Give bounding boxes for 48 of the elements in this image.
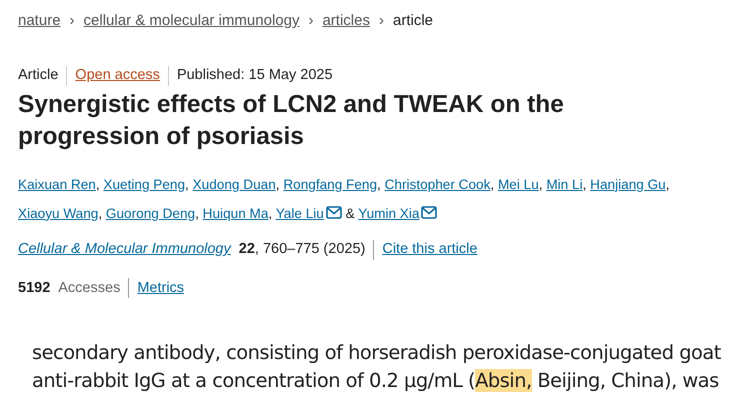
breadcrumb-link[interactable]: cellular & molecular immunology <box>84 10 300 32</box>
email-icon[interactable] <box>421 206 438 219</box>
chevron-icon: › <box>378 10 384 32</box>
author-link[interactable]: Xueting Peng <box>103 176 186 192</box>
access-count: 5192 <box>18 278 50 298</box>
author-link[interactable]: Yale Liu <box>276 206 324 221</box>
author-link[interactable]: Yumin Xia <box>358 206 420 221</box>
chevron-icon: › <box>308 10 314 32</box>
author-separator: , <box>538 176 543 192</box>
author-link[interactable]: Xudong Duan <box>192 176 276 192</box>
author-separator: , <box>276 176 280 192</box>
author-link[interactable]: Kaixuan Ren <box>18 176 96 192</box>
chevron-icon: › <box>70 10 75 32</box>
author-separator: & <box>346 206 355 221</box>
author-separator: , <box>185 176 189 192</box>
author-separator: , <box>195 206 199 221</box>
excerpt-line: anti-rabbit IgG at a concentration of 0.2 µg/mL (Absin, Beijing, China), was <box>32 368 720 394</box>
publish-date: Published: 15 May 2025 <box>176 66 333 85</box>
author-link[interactable]: Xiaoyu Wang <box>18 206 98 221</box>
author-link[interactable]: Christopher Cook <box>384 176 490 192</box>
author-link[interactable]: Huiqun Ma <box>202 206 268 221</box>
author-link[interactable]: Min Li <box>546 176 583 192</box>
author-separator: , <box>96 176 100 192</box>
author-separator: , <box>490 176 494 192</box>
author-link[interactable]: Rongfang Feng <box>283 176 378 192</box>
author-link[interactable]: Guorong Deng <box>106 206 196 221</box>
metrics-link[interactable]: Metrics <box>137 278 184 300</box>
highlighted-text: Absin, <box>475 369 532 392</box>
article-title: Synergistic effects of LCN2 and TWEAK on the progression of psoriasis <box>18 90 565 152</box>
article-type: Article <box>18 66 58 85</box>
journal-link[interactable]: Cellular & Molecular Immunology <box>18 238 231 260</box>
author-link[interactable]: Hanjiang Gu <box>590 176 666 192</box>
author-separator: , <box>268 206 272 221</box>
excerpt-line: secondary antibody, consisting of horseradish peroxidase-conjugated goat <box>32 340 722 366</box>
breadcrumb-link[interactable]: articles <box>322 10 370 32</box>
cite-link[interactable]: Cite this article <box>382 238 478 260</box>
author-separator: , <box>666 176 670 192</box>
page-range: , 760–775 (2025) <box>254 240 366 259</box>
breadcrumb-link[interactable]: nature <box>18 10 61 32</box>
open-access-link[interactable]: Open access <box>75 65 160 87</box>
access-label: Accesses <box>58 278 120 298</box>
author-separator: , <box>582 176 586 192</box>
author-link[interactable]: Mei Lu <box>498 176 539 192</box>
volume-number: 22 <box>238 240 255 259</box>
breadcrumb-current: article <box>392 10 433 31</box>
email-icon[interactable] <box>326 206 342 219</box>
author-separator: , <box>377 176 381 192</box>
author-separator: , <box>98 206 102 221</box>
